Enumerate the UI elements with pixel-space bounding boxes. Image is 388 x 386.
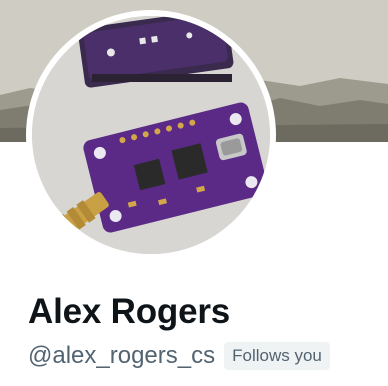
handle-row: @alex_rogers_cs Follows you [28, 341, 330, 371]
profile-handle: @alex_rogers_cs [28, 342, 216, 369]
avatar[interactable] [32, 16, 270, 254]
pcb-photo-icon [32, 16, 270, 254]
profile-display-name: Alex Rogers [28, 292, 231, 331]
follows-you-badge: Follows you [224, 342, 330, 370]
